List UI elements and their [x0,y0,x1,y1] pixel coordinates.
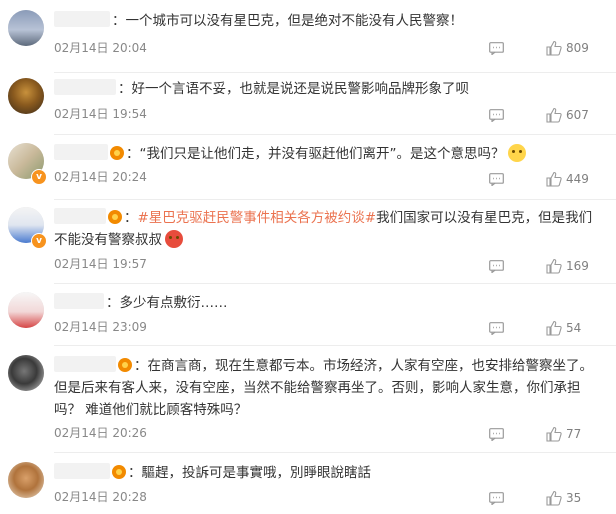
comment-feed: ：一个城市可以没有星巴克，但是绝对不能没有人民警察！ 02月14日 20:04 … [0,0,616,514]
username-redacted[interactable] [54,79,116,95]
comment-content: ：一个城市可以没有星巴克，但是绝对不能没有人民警察！ [112,13,463,29]
hashtag-link[interactable]: #星巴克驱赶民警事件相关各方被约谈# [138,210,377,226]
username-redacted[interactable] [54,144,108,160]
like-count: 77 [566,427,582,441]
avatar[interactable] [8,462,44,498]
comment-actions: 169 [489,257,602,275]
thumbs-up-icon [546,258,562,274]
like-count: 809 [566,41,589,55]
comment-timestamp: 02月14日 20:04 [54,41,147,55]
comment-content: ：在商言商，现在生意都亏本。市场经济，人家有空座，也安排给警察坐了。但是后来有客… [54,358,593,418]
comment-timestamp: 02月14日 19:54 [54,107,147,121]
comment-actions: 449 [489,170,602,188]
comment-actions: 35 [489,489,602,507]
comment-timestamp: 02月14日 23:09 [54,320,147,334]
like-button[interactable]: 607 [546,107,602,123]
comment-text: ：多少有点敷衍…… [54,292,602,314]
avatar[interactable] [8,292,44,328]
thumbs-up-icon [546,320,562,336]
comment-content: ：“我们只是让他们走，并没有驱赶他们离开”。是这个意思吗？ [126,146,505,162]
verified-badge: v [31,233,47,249]
comment-reply-icon[interactable] [489,259,504,273]
comment-reply-icon[interactable] [489,427,504,441]
comment-content: ：好一个言语不妥，也就是说还是说民警影响品牌形象了呗 [118,81,469,97]
like-button[interactable]: 77 [546,426,602,442]
emoji-icon [165,230,183,248]
comment-content: ：多少有点敷衍…… [106,295,228,311]
username-redacted[interactable] [54,293,104,309]
like-button[interactable]: 449 [546,171,602,187]
vip-icon [118,358,132,372]
thumbs-up-icon [546,40,562,56]
vip-icon [112,465,126,479]
username-redacted[interactable] [54,11,110,27]
comment-reply-icon[interactable] [489,41,504,55]
like-button[interactable]: 169 [546,258,602,274]
like-count: 449 [566,172,589,186]
comment-text: ：#星巴克驱赶民警事件相关各方被约谈#我们国家可以没有星巴克，但是我们不能没有警… [54,208,593,248]
comment-actions: 607 [489,106,602,124]
comment-timestamp: 02月14日 20:28 [54,490,147,504]
divider [54,452,616,453]
comment-text: ：驅趕，投訴可是事實哦，別睜眼說瞎話 [54,462,602,484]
comment-text: ：一个城市可以没有星巴克，但是绝对不能没有人民警察！ [54,10,602,32]
comment-reply-icon[interactable] [489,321,504,335]
comment-reply-icon[interactable] [489,108,504,122]
like-count: 169 [566,259,589,273]
divider [54,199,616,200]
comment-actions: 54 [489,319,602,337]
divider [54,283,616,284]
username-redacted[interactable] [54,463,110,479]
thumbs-up-icon [546,426,562,442]
like-button[interactable]: 809 [546,40,602,56]
comment-timestamp: 02月14日 20:26 [54,426,147,440]
comment-text: ：在商言商，现在生意都亏本。市场经济，人家有空座，也安排给警察坐了。但是后来有客… [54,355,602,421]
comment-actions: 77 [489,425,602,443]
avatar[interactable] [8,355,44,391]
thumbs-up-icon [546,107,562,123]
comment-timestamp: 02月14日 19:57 [54,257,147,271]
divider [54,134,616,135]
vip-icon [110,146,124,160]
avatar[interactable] [8,10,44,46]
like-button[interactable]: 35 [546,490,602,506]
comment-actions: 809 [489,39,602,57]
comment-text: ：“我们只是让他们走，并没有驱赶他们离开”。是这个意思吗？ [54,143,602,165]
divider [54,345,616,346]
like-count: 54 [566,321,582,335]
emoji-icon [507,144,526,162]
verified-badge: v [31,169,47,185]
divider [54,72,616,73]
thumbs-up-icon [546,490,562,506]
comment-text: ：好一个言语不妥，也就是说还是说民警影响品牌形象了呗 [54,78,602,100]
username-redacted[interactable] [54,208,106,224]
comment-timestamp: 02月14日 20:24 [54,170,147,184]
avatar[interactable] [8,78,44,114]
like-count: 35 [566,491,582,505]
thumbs-up-icon [546,171,562,187]
like-button[interactable]: 54 [546,320,602,336]
vip-icon [108,210,122,224]
comment-content: ：驅趕，投訴可是事實哦，別睜眼說瞎話 [128,465,371,481]
comment-reply-icon[interactable] [489,172,504,186]
username-redacted[interactable] [54,356,116,372]
comment-reply-icon[interactable] [489,491,504,505]
like-count: 607 [566,108,589,122]
